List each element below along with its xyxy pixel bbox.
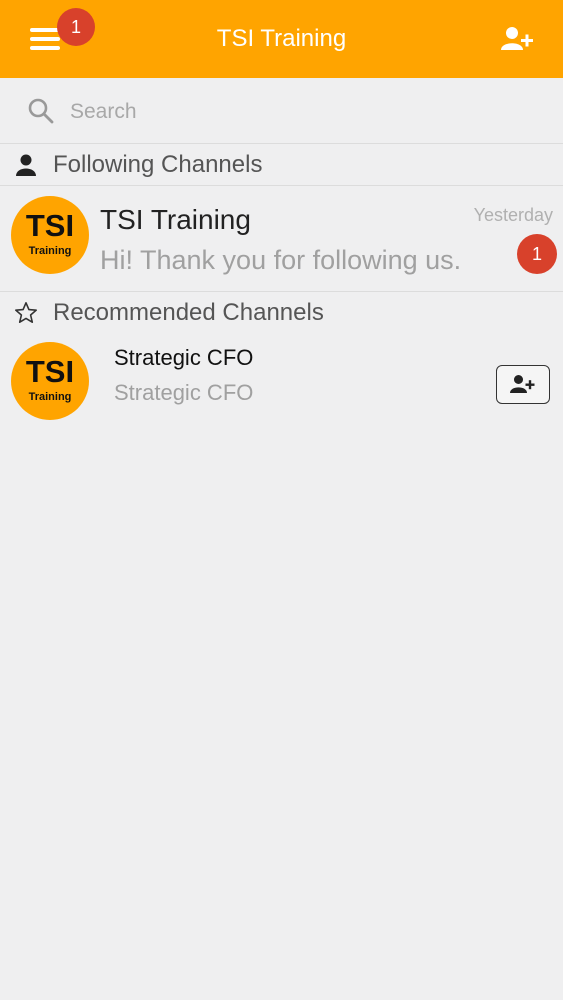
channel-name: TSI Training bbox=[100, 204, 251, 235]
follow-channel-button[interactable] bbox=[496, 365, 550, 404]
last-message-preview: Hi! Thank you for following us. bbox=[100, 245, 462, 275]
add-user-icon bbox=[501, 27, 533, 50]
add-user-icon bbox=[510, 375, 535, 393]
channel-row-recommended[interactable]: TSI Training Strategic CFO Strategic CFO bbox=[0, 333, 563, 433]
avatar-logo-text: TSI bbox=[25, 354, 75, 389]
star-icon bbox=[15, 302, 37, 323]
message-timestamp: Yesterday bbox=[473, 205, 553, 225]
channel-subtitle: Strategic CFO bbox=[114, 380, 254, 405]
search-input[interactable] bbox=[70, 96, 540, 128]
person-icon bbox=[16, 154, 36, 176]
add-contact-button[interactable] bbox=[501, 26, 535, 52]
avatar-logo-subtext: Training bbox=[28, 245, 72, 257]
search-icon bbox=[28, 98, 54, 124]
top-app-bar: 1 TSI Training bbox=[0, 0, 563, 78]
channel-row-following[interactable]: TSI Training TSI Training Hi! Thank you … bbox=[0, 186, 563, 292]
page-title: TSI Training bbox=[216, 25, 347, 52]
section-header-following: Following Channels bbox=[0, 144, 563, 186]
section-header-recommended: Recommended Channels bbox=[0, 292, 563, 334]
avatar-logo-subtext: Training bbox=[28, 391, 72, 403]
search-bar bbox=[0, 78, 563, 144]
channel-name: Strategic CFO bbox=[114, 345, 254, 370]
section-label: Recommended Channels bbox=[53, 299, 324, 326]
app-screen: 1 TSI Training Following Channels TSI bbox=[0, 0, 563, 1000]
unread-count-badge: 1 bbox=[517, 234, 557, 274]
avatar-logo-text: TSI bbox=[25, 208, 75, 243]
channel-avatar: TSI Training bbox=[11, 342, 89, 420]
channel-avatar: TSI Training bbox=[11, 196, 89, 274]
section-label: Following Channels bbox=[53, 151, 263, 178]
